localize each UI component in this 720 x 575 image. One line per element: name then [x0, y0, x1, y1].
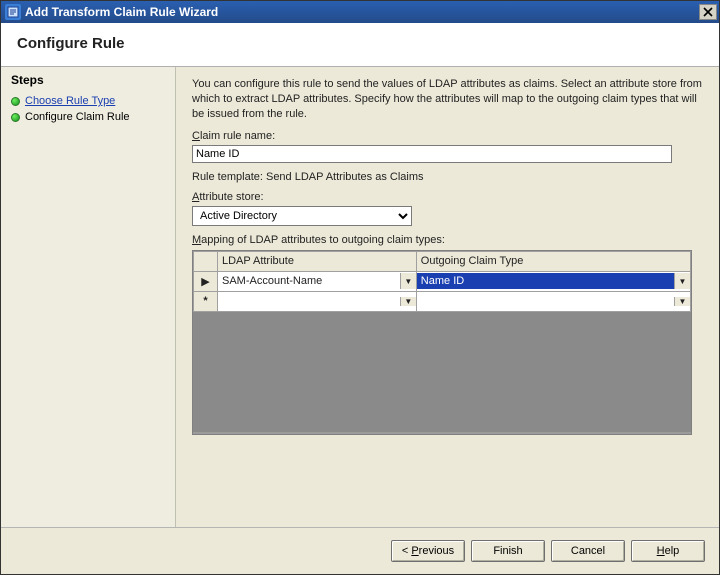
row-marker-current: ▶	[194, 271, 218, 291]
rule-name-label: Claim rule name:	[192, 130, 703, 142]
row-marker-new: *	[194, 291, 218, 311]
table-row: * ▼ ▼	[194, 291, 691, 311]
outgoing-claim-cell[interactable]: Name ID ▼	[416, 271, 690, 291]
steps-title: Steps	[11, 73, 165, 87]
rule-template-label: Rule template: Send LDAP Attributes as C…	[192, 171, 703, 183]
ldap-attribute-cell[interactable]: ▼	[218, 291, 417, 311]
close-button[interactable]	[699, 4, 717, 20]
step-choose-rule-type[interactable]: Choose Rule Type	[11, 93, 165, 109]
attribute-store-combo[interactable]: Active Directory	[192, 206, 412, 226]
step-configure-claim-rule: Configure Claim Rule	[11, 109, 165, 125]
wizard-footer: < Previous Finish Cancel Help	[1, 527, 719, 573]
step-current-icon	[11, 113, 20, 122]
mapping-grid: LDAP Attribute Outgoing Claim Type ▶ SAM…	[192, 250, 692, 435]
chevron-down-icon[interactable]: ▼	[400, 273, 416, 289]
wizard-icon	[5, 4, 21, 20]
outgoing-claim-cell[interactable]: ▼	[416, 291, 690, 311]
steps-sidebar: Steps Choose Rule Type Configure Claim R…	[1, 67, 176, 527]
rule-name-input[interactable]	[192, 145, 672, 163]
table-header-row: LDAP Attribute Outgoing Claim Type	[194, 251, 691, 271]
help-button[interactable]: Help	[631, 540, 705, 562]
titlebar: Add Transform Claim Rule Wizard	[1, 1, 719, 23]
previous-button[interactable]: < Previous	[391, 540, 465, 562]
chevron-down-icon[interactable]: ▼	[674, 297, 690, 306]
wizard-body: Steps Choose Rule Type Configure Claim R…	[1, 67, 719, 527]
attribute-store-label: Attribute store:	[192, 191, 703, 203]
chevron-down-icon[interactable]: ▼	[674, 273, 690, 289]
rowheader-blank	[194, 251, 218, 271]
mapping-table: LDAP Attribute Outgoing Claim Type ▶ SAM…	[193, 251, 691, 312]
finish-button[interactable]: Finish	[471, 540, 545, 562]
main-panel: You can configure this rule to send the …	[176, 67, 719, 527]
col-outgoing-claim-type: Outgoing Claim Type	[416, 251, 690, 271]
cancel-button[interactable]: Cancel	[551, 540, 625, 562]
chevron-down-icon[interactable]: ▼	[400, 297, 416, 306]
col-ldap-attribute: LDAP Attribute	[218, 251, 417, 271]
grid-empty-area	[193, 312, 691, 432]
table-row: ▶ SAM-Account-Name ▼ Name ID ▼	[194, 271, 691, 291]
step-complete-icon	[11, 97, 20, 106]
mapping-label: Mapping of LDAP attributes to outgoing c…	[192, 234, 703, 246]
ldap-attribute-cell[interactable]: SAM-Account-Name ▼	[218, 271, 417, 291]
wizard-header: Configure Rule	[1, 23, 719, 67]
window-title: Add Transform Claim Rule Wizard	[25, 5, 699, 19]
page-title: Configure Rule	[17, 35, 703, 52]
step-label: Configure Claim Rule	[25, 111, 130, 123]
intro-text: You can configure this rule to send the …	[192, 77, 703, 122]
step-label: Choose Rule Type	[25, 95, 115, 107]
